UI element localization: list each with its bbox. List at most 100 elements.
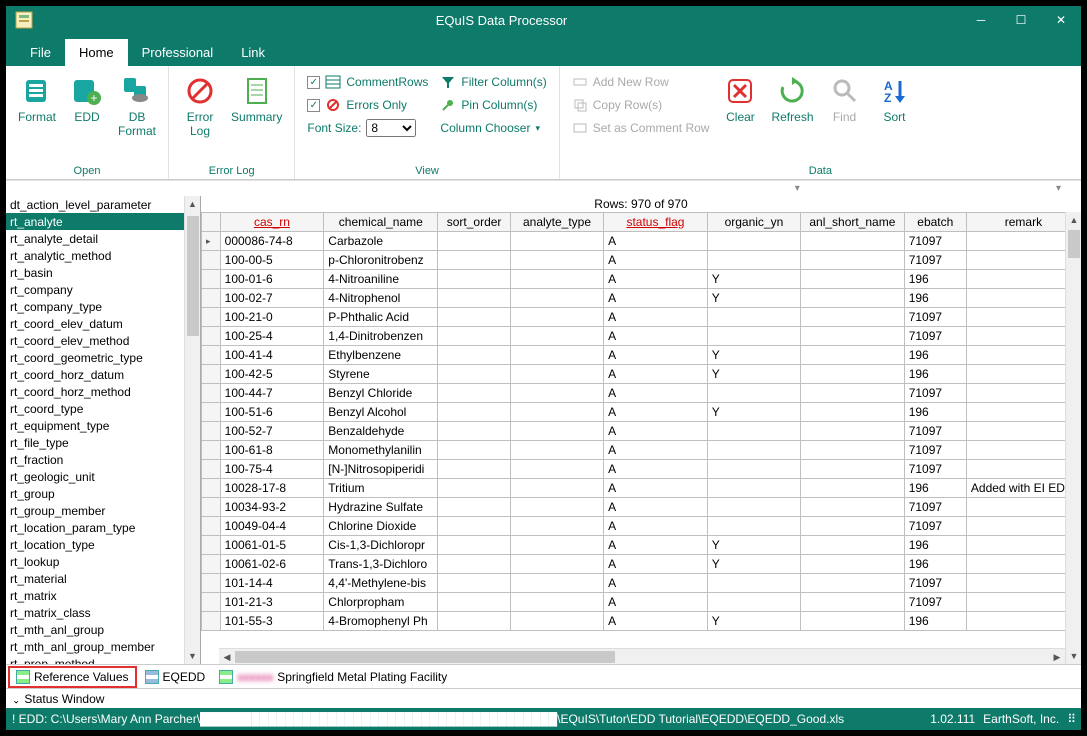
cell[interactable]: 100-41-4	[220, 346, 324, 365]
cell[interactable]	[510, 251, 603, 270]
cell[interactable]	[966, 403, 1080, 422]
row-handle[interactable]	[202, 460, 221, 479]
sidebar-item[interactable]: rt_group_member	[6, 502, 200, 519]
cell[interactable]: Y	[707, 536, 800, 555]
cell[interactable]: A	[604, 308, 708, 327]
cell[interactable]: A	[604, 441, 708, 460]
cell[interactable]: 10028-17-8	[220, 479, 324, 498]
cell[interactable]	[801, 593, 905, 612]
cell[interactable]: 100-75-4	[220, 460, 324, 479]
cell[interactable]: A	[604, 460, 708, 479]
table-row[interactable]: 100-01-64-NitroanilineAY196	[202, 270, 1081, 289]
row-handle[interactable]: ▸	[202, 232, 221, 251]
cell[interactable]: 196	[904, 289, 966, 308]
cell[interactable]	[707, 422, 800, 441]
cell[interactable]: Cis-1,3-Dichloropr	[324, 536, 438, 555]
cell[interactable]	[966, 327, 1080, 346]
sidebar-item[interactable]: rt_prep_method	[6, 655, 200, 664]
find-button[interactable]: Find	[820, 70, 870, 163]
row-handle[interactable]	[202, 593, 221, 612]
table-row[interactable]: 101-21-3ChlorprophamA71097	[202, 593, 1081, 612]
cell[interactable]	[966, 498, 1080, 517]
summary-button[interactable]: Summary	[225, 70, 288, 163]
cell[interactable]: A	[604, 517, 708, 536]
column-header[interactable]: cas_rn	[220, 213, 324, 232]
cell[interactable]	[966, 308, 1080, 327]
row-handle[interactable]	[202, 346, 221, 365]
column-header[interactable]: remark	[966, 213, 1080, 232]
cell[interactable]	[966, 612, 1080, 631]
column-chooser-button[interactable]: Column Chooser ▾	[440, 118, 546, 138]
cell[interactable]: 71097	[904, 308, 966, 327]
cell[interactable]	[510, 308, 603, 327]
cell[interactable]: 4,4'-Methylene-bis	[324, 574, 438, 593]
sidebar-item[interactable]: rt_basin	[6, 264, 200, 281]
maximize-button[interactable]: ☐	[1001, 6, 1041, 34]
row-handle[interactable]	[202, 517, 221, 536]
cell[interactable]	[707, 251, 800, 270]
cell[interactable]	[510, 422, 603, 441]
refresh-button[interactable]: Refresh	[765, 70, 819, 163]
cell[interactable]	[438, 441, 511, 460]
cell[interactable]: 100-21-0	[220, 308, 324, 327]
row-handle[interactable]	[202, 536, 221, 555]
cell[interactable]	[510, 460, 603, 479]
table-row[interactable]: 100-44-7Benzyl ChlorideA71097	[202, 384, 1081, 403]
cell[interactable]: 4-Nitrophenol	[324, 289, 438, 308]
cell[interactable]	[510, 365, 603, 384]
cell[interactable]	[510, 479, 603, 498]
cell[interactable]	[510, 441, 603, 460]
cell[interactable]	[966, 232, 1080, 251]
cell[interactable]	[438, 574, 511, 593]
cell[interactable]: A	[604, 403, 708, 422]
scroll-up-icon[interactable]: ▲	[185, 196, 200, 212]
row-handle[interactable]	[202, 308, 221, 327]
scroll-thumb[interactable]	[235, 651, 615, 663]
cell[interactable]: 196	[904, 536, 966, 555]
column-header[interactable]: organic_yn	[707, 213, 800, 232]
table-row[interactable]: 100-21-0P-Phthalic Acid A 71097	[202, 308, 1081, 327]
cell[interactable]	[801, 289, 905, 308]
cell[interactable]: 71097	[904, 422, 966, 441]
row-handle[interactable]	[202, 289, 221, 308]
column-header[interactable]: chemical_name	[324, 213, 438, 232]
cell[interactable]: P-Phthalic Acid	[324, 308, 438, 327]
cell[interactable]	[510, 232, 603, 251]
cell[interactable]: p-Chloronitrobenz	[324, 251, 438, 270]
cell[interactable]	[801, 536, 905, 555]
cell[interactable]	[801, 403, 905, 422]
table-row[interactable]: 10028-17-8TritiumA196Added with EI ED	[202, 479, 1081, 498]
cell[interactable]	[966, 460, 1080, 479]
cell[interactable]	[510, 346, 603, 365]
sidebar-item[interactable]: rt_material	[6, 570, 200, 587]
cell[interactable]	[510, 612, 603, 631]
grid-horizontal-scrollbar[interactable]: ◀ ▶	[219, 648, 1065, 664]
tab-home[interactable]: Home	[65, 39, 128, 66]
cell[interactable]: 10061-02-6	[220, 555, 324, 574]
cell[interactable]	[966, 289, 1080, 308]
cell[interactable]: A	[604, 232, 708, 251]
edd-button[interactable]: + EDD	[62, 70, 112, 163]
sidebar-item[interactable]: rt_location_type	[6, 536, 200, 553]
sidebar-item[interactable]: rt_coord_type	[6, 400, 200, 417]
sidebar-item[interactable]: rt_lookup	[6, 553, 200, 570]
column-header[interactable]: anl_short_name	[801, 213, 905, 232]
cell[interactable]	[438, 422, 511, 441]
cell[interactable]	[510, 593, 603, 612]
dropdown-indicator[interactable]: ▾	[795, 183, 800, 194]
cell[interactable]	[801, 498, 905, 517]
table-row[interactable]: 100-42-5StyreneAY196	[202, 365, 1081, 384]
sidebar-item[interactable]: rt_coord_horz_datum	[6, 366, 200, 383]
sidebar-item[interactable]: rt_mth_anl_group_member	[6, 638, 200, 655]
cell[interactable]	[707, 327, 800, 346]
cell[interactable]: Added with EI ED	[966, 479, 1080, 498]
table-row[interactable]: 100-51-6Benzyl AlcoholAY196	[202, 403, 1081, 422]
row-handle[interactable]	[202, 574, 221, 593]
cell[interactable]: Monomethylanilin	[324, 441, 438, 460]
scroll-left-icon[interactable]: ◀	[219, 649, 235, 664]
cell[interactable]	[801, 612, 905, 631]
minimize-button[interactable]: ─	[961, 6, 1001, 34]
resize-grip-icon[interactable]: ⠿	[1067, 712, 1075, 726]
table-row[interactable]: 10061-02-6Trans-1,3-DichloroAY196	[202, 555, 1081, 574]
cell[interactable]: Y	[707, 270, 800, 289]
